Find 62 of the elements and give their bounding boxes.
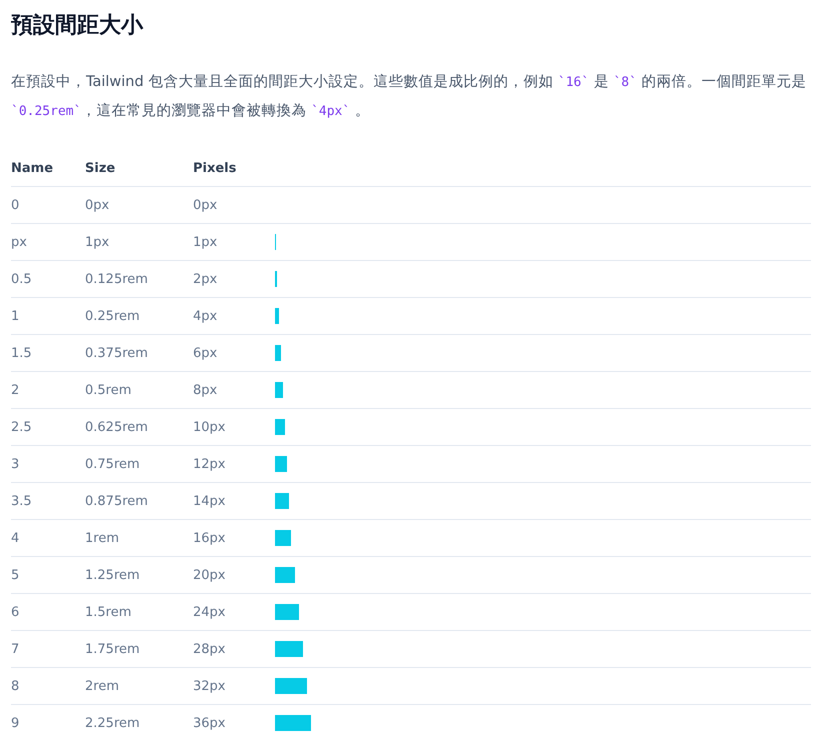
size-bar bbox=[275, 456, 287, 472]
size-bar bbox=[275, 308, 279, 324]
size-cell: 1.25rem bbox=[85, 568, 140, 582]
pixels-cell: 28px bbox=[193, 642, 226, 656]
size-bar bbox=[275, 382, 283, 398]
size-cell: 1rem bbox=[85, 530, 119, 546]
name-cell: 9 bbox=[11, 716, 20, 730]
size-cell: 2.25rem bbox=[85, 716, 140, 730]
pixels-cell: 8px bbox=[193, 382, 218, 398]
size-cell: 0.125rem bbox=[85, 272, 148, 286]
size-bar bbox=[275, 678, 307, 694]
name-cell: 0 bbox=[11, 198, 20, 212]
name-cell: 3.5 bbox=[11, 494, 32, 508]
size-bar bbox=[275, 419, 285, 435]
name-cell: 6 bbox=[11, 604, 20, 620]
column-header: Size bbox=[85, 161, 116, 176]
name-cell: 8 bbox=[11, 678, 20, 694]
intro-paragraph: 在預設中，Tailwind 包含大量且全面的間距大小設定。這些數值是成比例的，例如 `16` 是 `8` 的兩倍。一個間距單元是 `0.25rem`，這在常見的瀏覽器中會被轉換為 `4px` 。 bbox=[11, 72, 808, 121]
size-cell: 0.375rem bbox=[85, 346, 148, 360]
size-bar bbox=[275, 604, 299, 620]
size-cell: 0.5rem bbox=[85, 382, 132, 398]
column-header: Name bbox=[11, 161, 54, 176]
name-cell: 7 bbox=[11, 642, 20, 656]
name-cell: 2.5 bbox=[11, 420, 32, 434]
name-cell: 5 bbox=[11, 568, 20, 582]
name-cell: 0.5 bbox=[11, 272, 32, 286]
pixels-cell: 32px bbox=[193, 678, 226, 694]
name-cell: 1 bbox=[11, 308, 20, 324]
size-cell: 2rem bbox=[85, 678, 119, 694]
pixels-cell: 2px bbox=[193, 272, 218, 286]
size-cell: 0.875rem bbox=[85, 494, 148, 508]
size-cell: 1.5rem bbox=[85, 604, 132, 620]
pixels-cell: 36px bbox=[193, 716, 226, 730]
name-cell: 1.5 bbox=[11, 346, 32, 360]
name-cell: 4 bbox=[11, 530, 20, 546]
size-bar bbox=[275, 345, 281, 361]
name-cell: 3 bbox=[11, 456, 20, 472]
pixels-cell: 14px bbox=[193, 494, 226, 508]
name-cell: px bbox=[11, 234, 27, 250]
pixels-cell: 0px bbox=[193, 198, 218, 212]
size-cell: 1.75rem bbox=[85, 642, 140, 656]
pixels-cell: 10px bbox=[193, 420, 226, 434]
page-title: 預設間距大小 bbox=[11, 12, 143, 40]
pixels-cell: 20px bbox=[193, 568, 226, 582]
pixels-cell: 24px bbox=[193, 604, 226, 620]
size-bar bbox=[275, 493, 289, 509]
size-bar bbox=[275, 715, 311, 731]
size-cell: 0.25rem bbox=[85, 308, 140, 324]
size-cell: 0.75rem bbox=[85, 456, 140, 472]
pixels-cell: 6px bbox=[193, 346, 218, 360]
size-bar bbox=[275, 530, 291, 546]
size-bar bbox=[275, 641, 303, 657]
pixels-cell: 16px bbox=[193, 530, 226, 546]
pixels-cell: 1px bbox=[193, 234, 218, 250]
size-bar bbox=[275, 567, 295, 583]
pixels-cell: 4px bbox=[193, 308, 218, 324]
size-cell: 0px bbox=[85, 198, 110, 212]
size-cell: 1px bbox=[85, 234, 110, 250]
name-cell: 2 bbox=[11, 382, 20, 398]
pixels-cell: 12px bbox=[193, 456, 226, 472]
size-cell: 0.625rem bbox=[85, 420, 148, 434]
column-header: Pixels bbox=[193, 161, 236, 176]
